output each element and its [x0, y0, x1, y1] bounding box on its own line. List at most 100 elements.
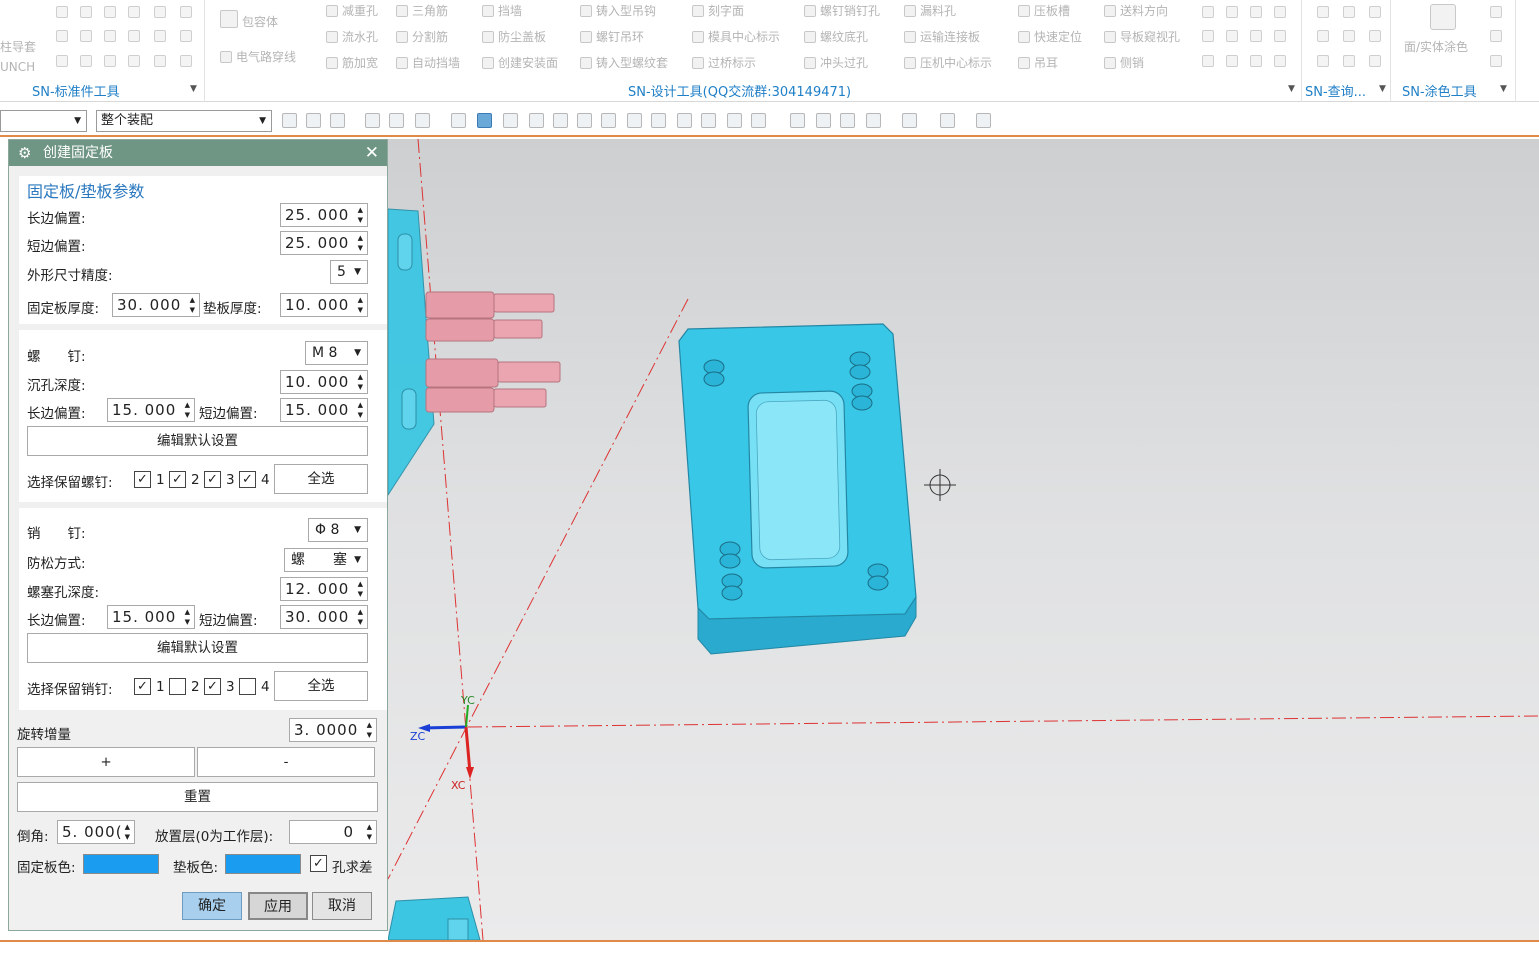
- tool-icon[interactable]: [104, 55, 116, 67]
- plus-icon[interactable]: [677, 113, 692, 128]
- tool-icon[interactable]: [180, 55, 192, 67]
- pin-checkbox-2[interactable]: [169, 678, 186, 695]
- ribbon-item[interactable]: 侧销: [1104, 54, 1144, 72]
- screw-checkbox-3[interactable]: ✓: [204, 471, 221, 488]
- tool-icon[interactable]: [1202, 30, 1214, 42]
- spin-arrows-icon[interactable]: ▲ ▼: [367, 822, 373, 842]
- precision-select[interactable]: 5 ▼: [330, 260, 368, 284]
- tool-icon[interactable]: [180, 30, 192, 42]
- tool-icon[interactable]: [1317, 6, 1329, 18]
- ribbon-item[interactable]: 柱导套: [0, 38, 36, 56]
- tool-icon[interactable]: [1202, 6, 1214, 18]
- plug-depth-input[interactable]: 12. 000 ▲ ▼: [280, 577, 368, 601]
- snap-icon[interactable]: [306, 113, 321, 128]
- tool-icon[interactable]: [104, 6, 116, 18]
- select-icon[interactable]: [330, 113, 345, 128]
- ribbon-item[interactable]: 导板窥视孔: [1104, 28, 1180, 46]
- pin-checkbox-4[interactable]: [239, 678, 256, 695]
- plate-thickness-input[interactable]: 30. 000 ▲ ▼: [112, 293, 200, 317]
- circle-icon[interactable]: [651, 113, 666, 128]
- tool-icon[interactable]: [1369, 30, 1381, 42]
- chevron-down-icon[interactable]: ▼: [1500, 84, 1507, 94]
- rotate-plus-button[interactable]: +: [17, 747, 195, 777]
- tool-icon[interactable]: [154, 55, 166, 67]
- counterbore-depth-input[interactable]: 10. 000 ▲ ▼: [280, 370, 368, 394]
- tool-icon[interactable]: [180, 6, 192, 18]
- screw-short-offset-input[interactable]: 15. 000 ▲ ▼: [280, 398, 368, 422]
- ribbon-item[interactable]: 螺钉吊环: [580, 28, 644, 46]
- spin-arrows-icon[interactable]: ▲ ▼: [185, 400, 191, 420]
- tool-icon[interactable]: [1226, 6, 1238, 18]
- tool-icon[interactable]: [56, 30, 68, 42]
- spin-arrows-icon[interactable]: ▲ ▼: [185, 607, 191, 627]
- rotate-minus-button[interactable]: -: [197, 747, 375, 777]
- tool-icon[interactable]: [128, 30, 140, 42]
- snap-icon[interactable]: [282, 113, 297, 128]
- shade-icon[interactable]: [902, 113, 917, 128]
- tool-icon[interactable]: [1369, 55, 1381, 67]
- tool-icon[interactable]: [104, 30, 116, 42]
- view-icon[interactable]: [816, 113, 831, 128]
- tool-icon[interactable]: [1369, 6, 1381, 18]
- paint-icon[interactable]: [1430, 4, 1456, 30]
- spin-arrows-icon[interactable]: ▲ ▼: [190, 295, 196, 315]
- ribbon-item[interactable]: 刻字面: [692, 2, 744, 20]
- tool-icon[interactable]: [1250, 6, 1262, 18]
- spin-arrows-icon[interactable]: ▲ ▼: [358, 607, 364, 627]
- ribbon-item[interactable]: 过桥标示: [692, 54, 756, 72]
- ribbon-item[interactable]: 螺纹底孔: [804, 28, 868, 46]
- reset-button[interactable]: 重置: [17, 782, 378, 812]
- backing-thickness-input[interactable]: 10. 000 ▲ ▼: [280, 293, 368, 317]
- spin-arrows-icon[interactable]: ▲ ▼: [358, 233, 364, 253]
- screw-select-all-button[interactable]: 全选: [274, 464, 368, 494]
- tool-icon[interactable]: [1226, 30, 1238, 42]
- spin-arrows-icon[interactable]: ▲ ▼: [125, 822, 131, 842]
- pin-checkbox-3[interactable]: ✓: [204, 678, 221, 695]
- ribbon-item[interactable]: 铸入型螺纹套: [580, 54, 668, 72]
- chevron-down-icon[interactable]: ▼: [190, 84, 197, 94]
- circle-center-icon[interactable]: [627, 113, 642, 128]
- spin-arrows-icon[interactable]: ▲ ▼: [358, 205, 364, 225]
- solid-icon[interactable]: [451, 113, 466, 128]
- tool-icon[interactable]: [56, 6, 68, 18]
- box-select-icon[interactable]: [415, 113, 430, 128]
- orient-icon[interactable]: [976, 113, 991, 128]
- pin-size-select[interactable]: Φ 8 ▼: [308, 518, 368, 542]
- tool-icon[interactable]: [1274, 6, 1286, 18]
- plate-long-offset-input[interactable]: 25. 000 ▲ ▼: [280, 203, 368, 227]
- ribbon-item[interactable]: 运输连接板: [904, 28, 980, 46]
- tool-icon[interactable]: [1343, 30, 1355, 42]
- ok-button[interactable]: 确定: [182, 892, 242, 920]
- ribbon-item[interactable]: 自动挡墙: [396, 54, 460, 72]
- tool-icon[interactable]: [128, 55, 140, 67]
- ribbon-item[interactable]: 三角筋: [396, 2, 448, 20]
- tool-icon[interactable]: [1202, 55, 1214, 67]
- ribbon-item[interactable]: UNCH: [0, 58, 35, 76]
- ribbon-item[interactable]: 创建安装面: [482, 54, 558, 72]
- layer-icon[interactable]: [751, 113, 766, 128]
- pin-select-all-button[interactable]: 全选: [274, 671, 368, 701]
- ribbon-item[interactable]: 筋加宽: [326, 54, 378, 72]
- graphics-viewport[interactable]: YC ZC XC: [388, 139, 1539, 940]
- select-icon[interactable]: [389, 113, 404, 128]
- plate-short-offset-input[interactable]: 25. 000 ▲ ▼: [280, 231, 368, 255]
- ribbon-item[interactable]: 漏料孔: [904, 2, 956, 20]
- tool-icon[interactable]: [154, 6, 166, 18]
- line-icon[interactable]: [553, 113, 568, 128]
- ribbon-item[interactable]: 分割筋: [396, 28, 448, 46]
- rotate-icon[interactable]: [840, 113, 855, 128]
- screw-checkbox-2[interactable]: ✓: [169, 471, 186, 488]
- tool-icon[interactable]: [1250, 55, 1262, 67]
- pin-long-offset-input[interactable]: 15. 000 ▲ ▼: [107, 605, 195, 629]
- spin-arrows-icon[interactable]: ▲ ▼: [358, 579, 364, 599]
- point-icon[interactable]: [503, 113, 518, 128]
- hole-diff-checkbox[interactable]: ✓: [310, 855, 327, 872]
- select-icon[interactable]: [365, 113, 380, 128]
- cube-icon[interactable]: [477, 113, 492, 128]
- dialog-titlebar[interactable]: ⚙ 创建固定板 ✕: [9, 140, 387, 166]
- assembly-scope-select[interactable]: 整个装配 ▼: [96, 110, 272, 132]
- lock-method-select[interactable]: 螺 塞 ▼: [284, 548, 368, 572]
- tool-icon[interactable]: [1343, 55, 1355, 67]
- curve-icon[interactable]: [577, 113, 592, 128]
- pin-checkbox-1[interactable]: ✓: [134, 678, 151, 695]
